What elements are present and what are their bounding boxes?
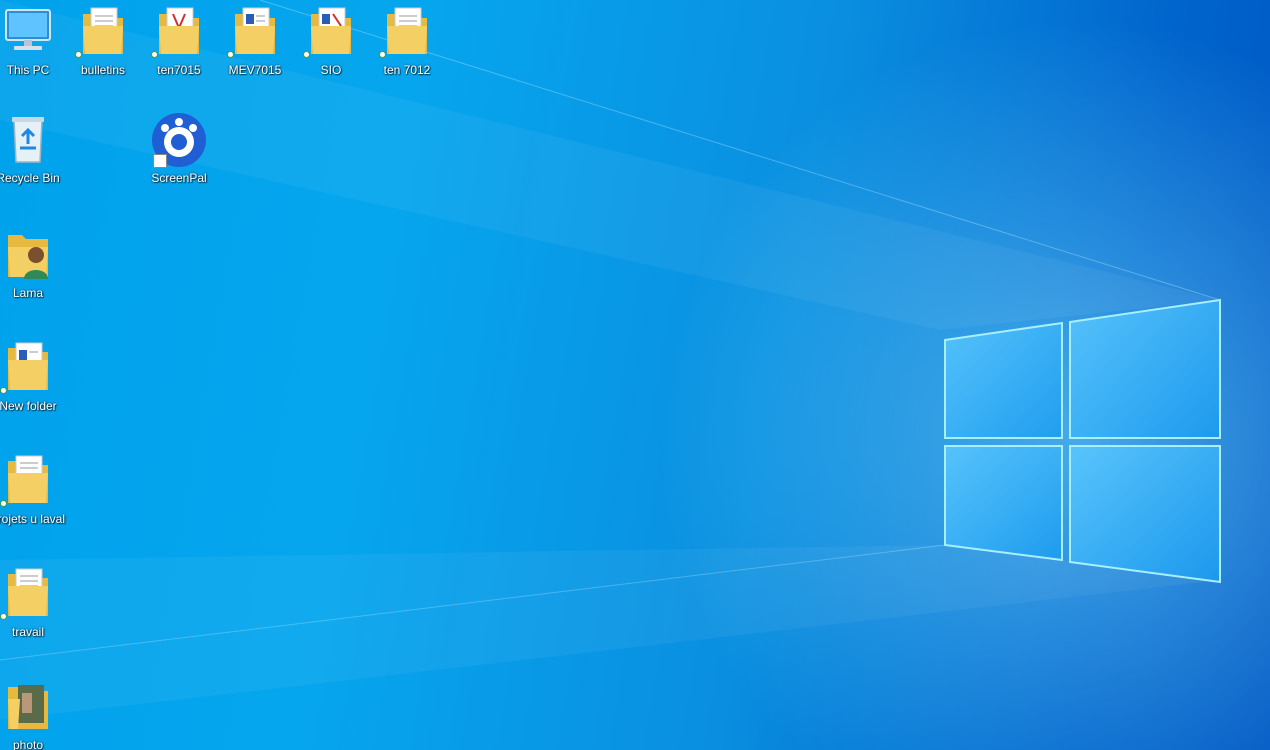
user-folder-icon (0, 227, 56, 283)
folder-icon (0, 566, 56, 622)
desktop[interactable]: This PC bulletins ten7015 MEV7015 SIO te… (0, 0, 1270, 750)
sync-status-icon (0, 500, 7, 507)
desktop-icon-label: New folder (0, 399, 57, 413)
desktop-icon-photo[interactable]: photo (0, 679, 66, 750)
folder-icon (227, 4, 283, 60)
desktop-icon-ten-7012[interactable]: ten 7012 (369, 4, 445, 78)
desktop-icon-label: travail (11, 625, 44, 639)
computer-icon (0, 4, 56, 60)
shortcut-arrow-icon (153, 154, 167, 168)
sync-status-icon (0, 613, 7, 620)
folder-icon (75, 4, 131, 60)
sync-status-icon (227, 51, 234, 58)
folder-icon (151, 4, 207, 60)
desktop-icon-bulletins[interactable]: bulletins (65, 4, 141, 78)
desktop-icon-label: projets u laval (0, 512, 66, 526)
desktop-icon-this-pc[interactable]: This PC (0, 4, 66, 78)
desktop-icon-recycle-bin[interactable]: Recycle Bin (0, 112, 66, 186)
desktop-icon-label: bulletins (80, 63, 126, 77)
folder-icon (303, 4, 359, 60)
folder-icon (379, 4, 435, 60)
desktop-icon-screenpal[interactable]: ScreenPal (141, 112, 217, 186)
desktop-icon-label: SIO (320, 63, 342, 77)
folder-icon (0, 340, 56, 396)
desktop-icon-label: Recycle Bin (0, 171, 60, 185)
desktop-icon-label: ScreenPal (151, 171, 207, 185)
sync-status-icon (75, 51, 82, 58)
desktop-icon-label: MEV7015 (228, 63, 282, 77)
desktop-icon-lama[interactable]: Lama (0, 227, 66, 301)
desktop-icon-mev7015[interactable]: MEV7015 (217, 4, 293, 78)
sync-status-icon (303, 51, 310, 58)
sync-status-icon (379, 51, 386, 58)
folder-icon (0, 453, 56, 509)
desktop-icon-label: This PC (6, 63, 50, 77)
sync-status-icon (0, 387, 7, 394)
screenpal-app-icon (151, 112, 207, 168)
desktop-icon-projets-u-laval[interactable]: projets u laval (0, 453, 66, 527)
photo-folder-icon (0, 679, 56, 735)
desktop-icon-sio[interactable]: SIO (293, 4, 369, 78)
desktop-icon-label: ten 7012 (383, 63, 431, 77)
sync-status-icon (151, 51, 158, 58)
desktop-icon-new-folder[interactable]: New folder (0, 340, 66, 414)
desktop-icon-travail[interactable]: travail (0, 566, 66, 640)
desktop-icon-label: photo (12, 738, 44, 750)
recycle-bin-icon (0, 112, 56, 168)
desktop-icon-label: Lama (12, 286, 44, 300)
desktop-icon-label: ten7015 (157, 63, 201, 77)
desktop-icon-ten7015[interactable]: ten7015 (141, 4, 217, 78)
